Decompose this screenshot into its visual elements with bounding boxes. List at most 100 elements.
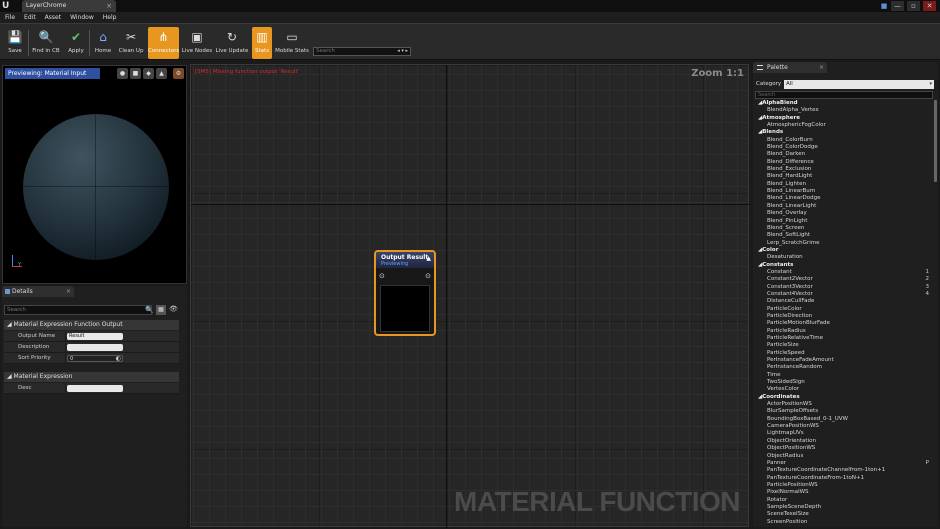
palette-item[interactable]: Panner P [755, 460, 931, 467]
palette-item[interactable]: ParticleDirection [755, 313, 931, 320]
visibility-eye-icon[interactable]: 👁 [169, 305, 178, 313]
palette-item[interactable]: BoundingBoxBased_0-1_UVW [755, 416, 931, 423]
collapse-arrow-icon[interactable]: ▲ [426, 255, 431, 262]
clean-up-button[interactable]: ✂ Clean Up [116, 27, 146, 59]
palette-item[interactable]: ActorPositionWS [755, 401, 931, 408]
palette-item[interactable]: Blend_PinLight [755, 218, 931, 225]
document-tab[interactable]: LayerChrome × [22, 0, 116, 12]
menu-window[interactable]: Window [70, 12, 94, 23]
palette-item[interactable]: PerInstanceFadeAmount [755, 357, 931, 364]
palette-item[interactable]: LightmapUVs [755, 430, 931, 437]
palette-tab[interactable]: Palette × [753, 62, 827, 73]
close-window-button[interactable]: ✕ [923, 1, 936, 11]
live-update-button[interactable]: ↻ Live Update [215, 27, 249, 59]
palette-item[interactable]: DistanceCullFade [755, 298, 931, 305]
palette-category[interactable]: ◢Coordinates [755, 394, 931, 401]
palette-item[interactable]: Lerp_ScratchGrime [755, 240, 931, 247]
palette-item[interactable]: Constant3Vector 3 [755, 284, 931, 291]
palette-item[interactable]: ObjectOrientation [755, 438, 931, 445]
palette-item[interactable]: ScreenPosition [755, 519, 931, 525]
category-material-expression[interactable]: ◢ Material Expression [4, 372, 179, 382]
palette-item[interactable]: Blend_Difference [755, 159, 931, 166]
palette-item[interactable]: ParticleSpeed [755, 350, 931, 357]
palette-item[interactable]: Constant4Vector 4 [755, 291, 931, 298]
palette-item[interactable]: PanTextureCoordinateFrom-1toN+1 [755, 475, 931, 482]
details-tab[interactable]: Details × [2, 286, 74, 297]
cylinder-preview-icon[interactable]: ▲ [156, 68, 167, 79]
palette-item[interactable]: Blend_Exclusion [755, 166, 931, 173]
palette-item[interactable]: Desaturation [755, 254, 931, 261]
node-header[interactable]: Output Result Previewing ▲ [376, 252, 434, 268]
palette-item[interactable]: ParticlePositionWS [755, 482, 931, 489]
palette-item[interactable]: ParticleRelativeTime [755, 335, 931, 342]
palette-item[interactable]: PerInstanceRandom [755, 364, 931, 371]
palette-item[interactable]: PixelNormalWS [755, 489, 931, 496]
close-details-tab-icon[interactable]: × [66, 286, 71, 297]
live-nodes-button[interactable]: ▣ Live Nodes [181, 27, 213, 59]
apply-button[interactable]: ✔ Apply [65, 27, 87, 59]
palette-category[interactable]: ◢Blends [755, 129, 931, 136]
home-button[interactable]: ⌂ Home [92, 27, 114, 59]
palette-item[interactable]: Blend_Lighten [755, 181, 931, 188]
palette-category[interactable]: ◢AlphaBlend [755, 100, 931, 107]
output-result-node[interactable]: Output Result Previewing ▲ ⊙ ⊙ [374, 250, 436, 336]
sort-priority-stepper[interactable]: 0 ◐ [67, 355, 123, 362]
mobile-stats-button[interactable]: ▭ Mobile Stats [274, 27, 310, 59]
palette-search-input[interactable]: Search [755, 91, 933, 99]
palette-item[interactable]: VertexColor [755, 386, 931, 393]
palette-item[interactable]: ParticleColor [755, 306, 931, 313]
palette-category[interactable]: ◢Color [755, 247, 931, 254]
palette-item[interactable]: ObjectPositionWS [755, 445, 931, 452]
menu-edit[interactable]: Edit [24, 12, 36, 23]
desc-field[interactable] [67, 385, 123, 392]
palette-category[interactable]: ◢Atmosphere [755, 115, 931, 122]
maximize-button[interactable]: ▫ [907, 1, 920, 11]
preview-settings-icon[interactable]: ⚙ [173, 68, 184, 79]
search-icon[interactable]: 🔍 [145, 306, 154, 314]
palette-item[interactable]: Constant2Vector 2 [755, 276, 931, 283]
minimize-button[interactable]: — [891, 1, 904, 11]
palette-item[interactable]: Blend_LinearLight [755, 203, 931, 210]
palette-item[interactable]: BlendAlpha_Vertex [755, 107, 931, 114]
chat-icon[interactable]: ■ [880, 1, 888, 11]
palette-item[interactable]: Blend_LinearDodge [755, 195, 931, 202]
palette-item[interactable]: Blend_LinearBurn [755, 188, 931, 195]
palette-item[interactable]: Blend_Screen [755, 225, 931, 232]
category-dropdown[interactable]: All ▾ [784, 80, 934, 89]
palette-item[interactable]: TwoSidedSign [755, 379, 931, 386]
input-pin-icon[interactable]: ⊙ [379, 272, 385, 280]
palette-item[interactable]: Constant 1 [755, 269, 931, 276]
find-in-cb-button[interactable]: 🔍 Find in CB [29, 27, 63, 59]
spinner-icon[interactable]: ◐ [116, 355, 121, 362]
search-nav-arrows-icon[interactable]: ◂ ▾ ▸ [397, 48, 408, 55]
palette-item[interactable]: Blend_Overlay [755, 210, 931, 217]
connectors-button[interactable]: ⋔ Connectors [148, 27, 179, 59]
material-graph-canvas[interactable]: [SM5] Missing function output 'Result' Z… [190, 64, 750, 528]
menu-asset[interactable]: Asset [45, 12, 61, 23]
cube-preview-icon[interactable]: ■ [130, 68, 141, 79]
palette-item[interactable]: Blend_ColorDodge [755, 144, 931, 151]
category-function-output[interactable]: ◢ Material Expression Function Output [4, 320, 179, 330]
palette-item[interactable]: PanTextureCoordinateChannelfrom-1ton+1 [755, 467, 931, 474]
palette-item[interactable]: BlurSampleOffsets [755, 408, 931, 415]
palette-item[interactable]: Rotator [755, 497, 931, 504]
property-matrix-icon[interactable]: ▦ [156, 305, 166, 315]
palette-item[interactable]: Blend_HardLight [755, 173, 931, 180]
details-search-input[interactable]: Search [4, 305, 152, 315]
palette-item[interactable]: CameraPositionWS [755, 423, 931, 430]
close-palette-tab-icon[interactable]: × [819, 62, 824, 73]
save-button[interactable]: 💾 Save [3, 27, 27, 59]
palette-category[interactable]: ◢Constants [755, 262, 931, 269]
menu-file[interactable]: File [5, 12, 15, 23]
output-pin-icon[interactable]: ⊙ [425, 272, 431, 280]
palette-item[interactable]: Blend_ColorBurn [755, 137, 931, 144]
close-tab-icon[interactable]: × [106, 0, 112, 12]
palette-scrollbar[interactable] [934, 100, 937, 182]
palette-item[interactable]: ParticleSize [755, 342, 931, 349]
palette-item[interactable]: ParticleMotionBlurFade [755, 320, 931, 327]
palette-item[interactable]: SceneTexelSize [755, 511, 931, 518]
palette-item[interactable]: ObjectRadius [755, 453, 931, 460]
sphere-preview-icon[interactable]: ● [117, 68, 128, 79]
palette-item[interactable]: Blend_SoftLight [755, 232, 931, 239]
stats-button[interactable]: ▥ Stats [252, 27, 272, 59]
